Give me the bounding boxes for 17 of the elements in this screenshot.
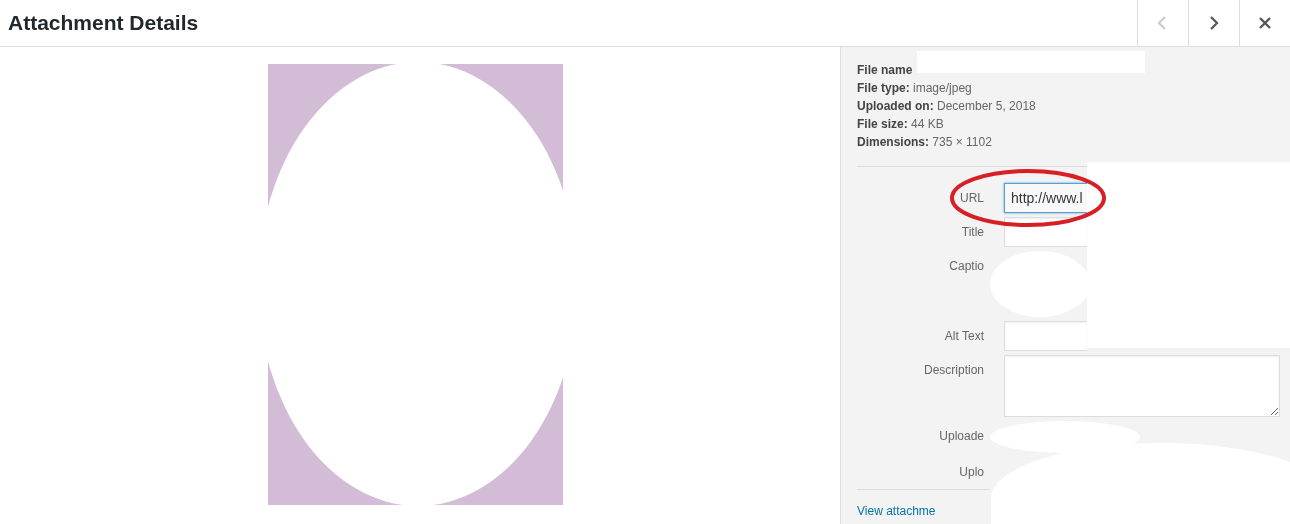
file-detail: File type: image/jpeg bbox=[857, 80, 972, 97]
field-label: Description bbox=[923, 362, 984, 377]
file-detail: File size: 44 KB bbox=[857, 116, 944, 133]
field-label: Title bbox=[961, 224, 984, 239]
text-field[interactable]: http://www.l bbox=[1004, 183, 1087, 213]
field-label: URL bbox=[960, 190, 984, 205]
view-attachment-link[interactable]: View attachme bbox=[857, 504, 936, 518]
text-field[interactable] bbox=[1004, 321, 1087, 351]
field-label: Alt Text bbox=[944, 328, 984, 343]
field-label: Captio bbox=[949, 258, 984, 273]
dialog-title: Attachment Details bbox=[8, 11, 200, 35]
file-detail: Dimensions: 735 × 1102 bbox=[857, 134, 992, 151]
field-label: Uplo bbox=[959, 464, 984, 479]
field-label: Uploade bbox=[939, 428, 984, 443]
text-area[interactable] bbox=[1004, 355, 1280, 417]
file-detail: File name bbox=[857, 62, 913, 79]
file-detail: Uploaded on: December 5, 2018 bbox=[857, 98, 1036, 115]
